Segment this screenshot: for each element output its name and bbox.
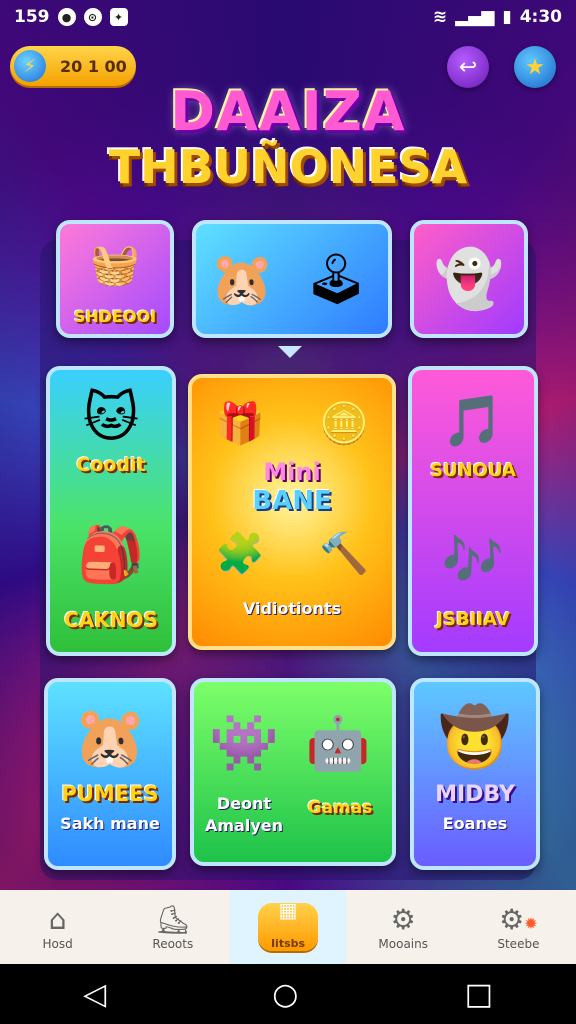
cat-icon: 🐱 [82,385,140,449]
ghost-icon: 👻 [434,247,504,312]
system-nav-bar: ◁ ○ □ [0,964,576,1024]
nav-boots[interactable]: ⛸ Reoots [115,890,230,964]
left-tile[interactable]: 🐱 Coodit 🎒 CAKNOS [46,366,176,656]
nav-home[interactable]: ⌂ Hosd [0,890,115,964]
robot-machine-icon: 🤖 [305,713,371,774]
right-tile[interactable]: 🎵 SUNOUA 🎶 JSBIIAV [408,366,538,656]
nav-extra-label: Steebe [497,937,540,951]
center-subtitle: Vidiotionts [242,599,342,618]
nav-store[interactable]: ▦ Iitsbs [230,890,346,964]
left-bottom-label: CAKNOS [64,608,158,632]
coin-value: 20 1 00 [60,56,127,76]
hamster-icon: 🐹 [209,249,275,310]
home-circle-icon[interactable]: ○ [272,977,298,1012]
status-time: 4:30 [519,7,562,27]
nav-settings-label: Mooains [378,937,428,951]
basket-icon: 🧺 [90,241,140,288]
shop-tile[interactable]: 🧺 SHDEOOI [56,220,174,338]
star-icon: ★ [525,54,545,80]
app-icon: ⊙ [83,8,102,26]
camera-icon: ● [57,8,76,26]
pink-creature-icon: 👾 [209,711,279,776]
nav-store-label: Iitsbs [270,937,306,950]
shop-label: SHDEOOI [73,307,157,326]
explorer-icon: 🤠 [438,702,512,771]
coin-icon: ⚡ [14,50,46,82]
back-triangle-icon[interactable]: ◁ [83,977,106,1012]
status-bar: 159 ● ⊙ ✦ ≋ ▂▄▆ ▮ 4:30 [0,0,576,34]
nav-boots-label: Reoots [152,937,194,951]
wifi-icon: ≋ [432,7,448,27]
center-title-2: BANE [252,486,332,516]
bottom1-label: PUMEES [61,782,159,806]
recents-square-icon[interactable]: □ [465,977,493,1012]
featured-tile[interactable]: 🐹 🕹 [192,220,392,338]
nav-home-label: Hosd [42,937,73,951]
gem-icon: 🧩 [215,530,265,577]
bottom3-label: MIDBY [435,782,515,807]
bottom-tile-1[interactable]: 🐹 PUMEES Sakh mane [44,678,176,870]
battery-icon: ▮ [502,7,512,27]
bottom-nav: ⌂ Hosd ⛸ Reoots ▦ Iitsbs ⚙ Mooains ⚙✹ Ste… [0,890,576,964]
ghost-tile[interactable]: 👻 [410,220,528,338]
boot-icon: ⛸ [155,903,191,936]
bottom-tile-2[interactable]: 👾 🤖 Deont Amalyen Gamas [190,678,396,866]
bottom2-label-a: Deont [216,794,272,813]
signal-icon: ▂▄▆ [455,7,495,27]
home-icon: ⌂ [48,903,67,936]
hamster-hat-icon: 🐹 [72,702,148,773]
mini-game-tile[interactable]: 🎁 🪙 Mini BANE 🧩 🔨 Vidiotionts [188,374,396,650]
gear-icon: ⚙ [390,903,416,936]
bottom3-sub: Eoanes [442,814,508,833]
bottom2-label-a2: Amalyen [204,816,283,835]
notification-icon: ✦ [109,8,128,26]
gear-badge-icon: ⚙✹ [499,903,538,936]
bottom1-sub: Sakh mane [60,814,160,833]
hammer-icon: 🔨 [319,530,369,577]
bottom2-label-b: Gamas [307,798,373,818]
music-cube-icon: 🎶 [441,530,505,589]
nav-extra[interactable]: ⚙✹ Steebe [461,890,576,964]
selection-pointer [278,346,302,358]
music-box-icon: 🎵 [441,391,505,450]
left-top-label: Coodit [76,454,146,476]
joystick-icon: 🕹 [304,249,368,308]
right-bottom-label: JSBIIAV [436,609,510,630]
game-title-line1: DAAIZA [170,80,406,143]
back-arrow-icon: ↩ [458,54,478,80]
coin-badge-icon: 🪙 [319,400,369,447]
game-title-line2: THBUÑONESA [108,140,468,194]
center-title-1: Mini [263,458,321,486]
status-left-text: 159 [14,7,50,27]
nav-settings[interactable]: ⚙ Mooains [346,890,461,964]
backpack-icon: 🎒 [77,523,145,586]
store-icon: ▦ Iitsbs [258,898,318,951]
toy-box-icon: 🎁 [215,400,265,447]
right-top-label: SUNOUA [430,460,516,481]
bottom-tile-3[interactable]: 🤠 MIDBY Eoanes [410,678,540,870]
